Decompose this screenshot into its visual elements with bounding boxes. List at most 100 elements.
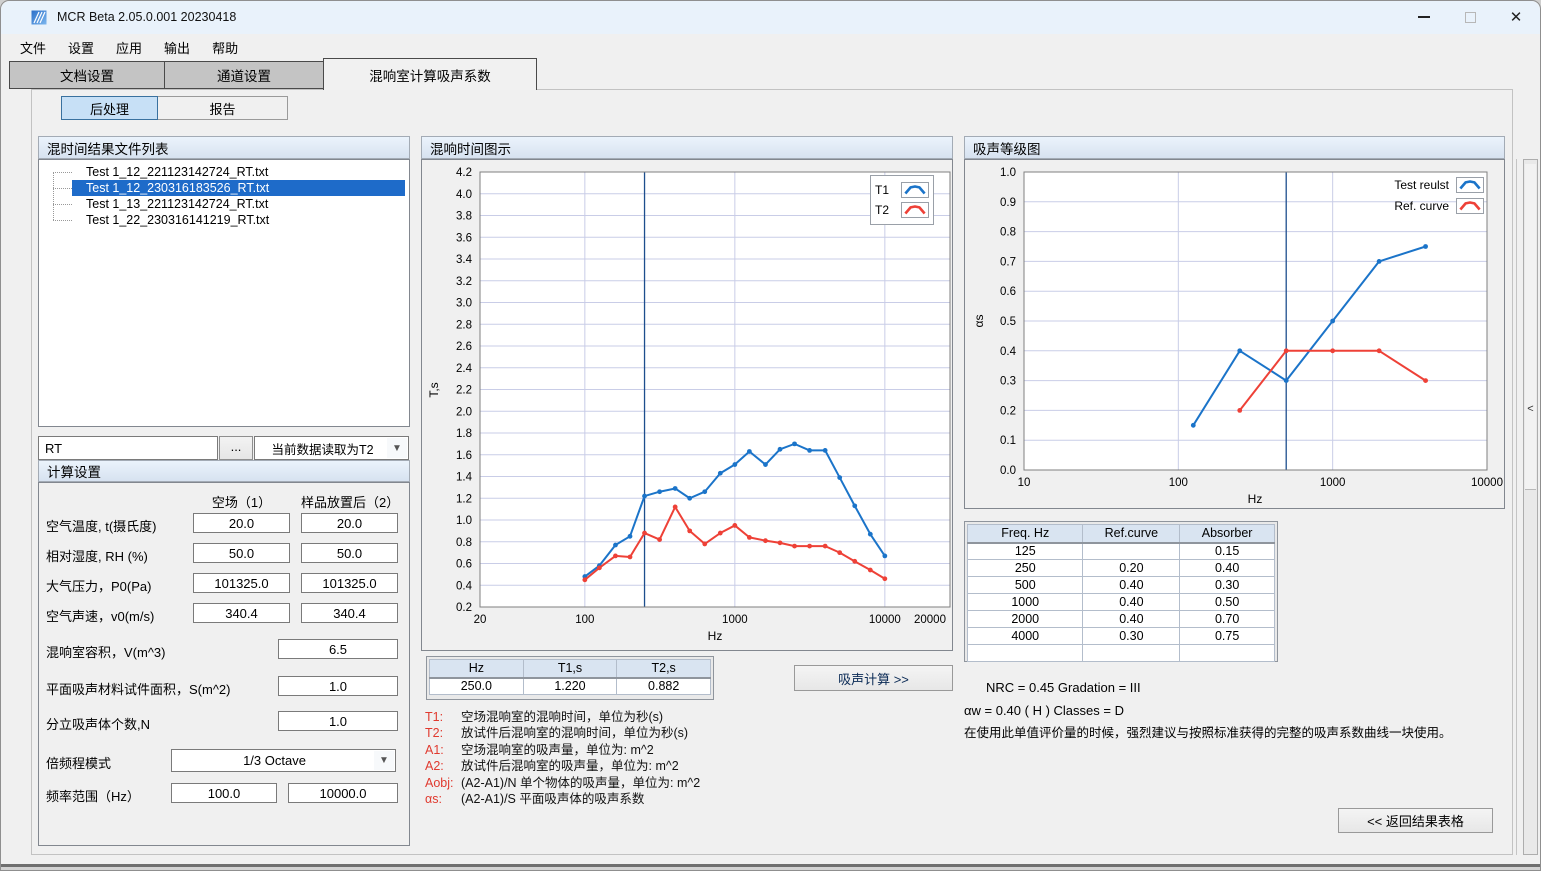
legend-label-test-result: Test reulst — [1394, 178, 1449, 192]
table-row[interactable]: 20000.400.70 — [968, 611, 1275, 628]
menu-apply[interactable]: 应用 — [105, 34, 153, 57]
freq-min-input[interactable] — [171, 783, 277, 803]
t1-curve-icon — [901, 182, 929, 198]
column-header-with-sample: 样品放置后（2） — [301, 492, 398, 511]
absorption-table: Freq. Hz Ref.curve Absorber 1250.15 2500… — [964, 521, 1278, 662]
rt-name-input[interactable] — [38, 436, 218, 460]
pressure-empty-input[interactable] — [193, 573, 290, 593]
chevron-down-icon: ▼ — [374, 751, 394, 770]
rt-file-list: Test 1_12_221123142724_RT.txt Test 1_12_… — [38, 159, 410, 427]
label-relative-humidity: 相对湿度, RH (%) — [46, 546, 148, 565]
legend-label-ref-curve: Ref. curve — [1394, 199, 1449, 213]
file-list-item[interactable]: Test 1_13_221123142724_RT.txt — [72, 196, 405, 212]
note-a2: A2:放试件后混响室的吸声量，单位为: m^2 — [425, 758, 957, 774]
table-row[interactable]: 2500.200.40 — [968, 560, 1275, 577]
rt-chart[interactable]: 0.20.40.60.81.01.21.41.61.82.02.22.42.62… — [421, 159, 953, 651]
svg-text:3.4: 3.4 — [456, 254, 473, 266]
absorption-chart-panel-header: 吸声等级图 — [964, 136, 1505, 159]
minimize-button[interactable] — [1401, 1, 1447, 33]
svg-text:0.1: 0.1 — [1000, 435, 1016, 447]
sound-speed-empty-input[interactable] — [193, 603, 290, 623]
column-header-empty-room: 空场（1） — [193, 492, 290, 511]
table-row[interactable]: 40000.300.75 — [968, 628, 1275, 645]
col-header-t1: T1,s — [523, 660, 617, 678]
svg-text:0.9: 0.9 — [1000, 197, 1016, 209]
legend-entry-ref-curve: Ref. curve — [1394, 195, 1484, 216]
collapse-splitter[interactable]: < — [1523, 159, 1538, 855]
tab-document-settings[interactable]: 文档设置 — [9, 61, 165, 89]
svg-text:2.0: 2.0 — [456, 406, 472, 418]
rt-chart-legend: T1 T2 — [870, 175, 934, 225]
sample-area-input[interactable] — [278, 676, 398, 696]
tab-channel-settings[interactable]: 通道设置 — [164, 61, 324, 89]
note-aobj: Aobj:(A2-A1)/N 单个物体的吸声量，单位为: m^2 — [425, 775, 957, 791]
freq-max-input[interactable] — [288, 783, 398, 803]
note-t1: T1:空场混响室的混响时间，单位为秒(s) — [425, 709, 957, 725]
file-list-item[interactable]: Test 1_12_221123142724_RT.txt — [72, 164, 405, 180]
legend-entry-t2: T2 — [875, 200, 929, 220]
file-list-item[interactable]: Test 1_22_230316141219_RT.txt — [72, 212, 405, 228]
cell-freq: 250.0 — [430, 678, 524, 695]
cell-t1: 1.220 — [523, 678, 617, 695]
app-icon — [31, 9, 48, 26]
collapse-arrow-icon: < — [1524, 403, 1537, 415]
label-air-temperature: 空气温度, t(摄氏度) — [46, 516, 157, 535]
tab-reverb-absorption[interactable]: 混响室计算吸声系数 — [323, 58, 537, 90]
maximize-button[interactable] — [1447, 1, 1493, 33]
note-label: A2: — [425, 758, 455, 774]
aw-usage-note: 在使用此单值评价量的时候，强烈建议与按照标准获得的完整的吸声系数曲线一块使用。 — [964, 722, 1509, 741]
sound-speed-sample-input[interactable] — [301, 603, 398, 623]
table-row[interactable]: 250.0 1.220 0.882 — [430, 678, 711, 695]
table-header-row: Hz T1,s T2,s — [430, 660, 711, 678]
table-row[interactable]: 10000.400.50 — [968, 594, 1275, 611]
svg-text:3.8: 3.8 — [456, 211, 472, 223]
rt-result-table: Hz T1,s T2,s 250.0 1.220 0.882 — [426, 656, 714, 700]
menu-output[interactable]: 输出 — [153, 34, 201, 57]
svg-text:0.8: 0.8 — [456, 537, 472, 549]
back-to-results-button[interactable]: << 返回结果表格 — [1338, 808, 1493, 833]
air-temp-empty-input[interactable] — [193, 513, 290, 533]
svg-text:1.0: 1.0 — [456, 515, 472, 527]
menu-settings[interactable]: 设置 — [57, 34, 105, 57]
file-list-item-selected[interactable]: Test 1_12_230316183526_RT.txt — [72, 180, 405, 196]
svg-text:1.6: 1.6 — [456, 450, 472, 462]
menu-help[interactable]: 帮助 — [201, 34, 249, 57]
svg-text:4.2: 4.2 — [456, 167, 472, 179]
absorption-calc-button[interactable]: 吸声计算 >> — [794, 665, 953, 691]
room-volume-input[interactable] — [278, 639, 398, 659]
browse-button[interactable]: ... — [219, 436, 253, 460]
absorption-chart[interactable]: 0.00.10.20.30.40.50.60.70.80.91.01010010… — [964, 159, 1505, 509]
subtab-postprocess[interactable]: 后处理 — [61, 96, 158, 120]
table-row[interactable]: 1250.15 — [968, 543, 1275, 560]
menu-file[interactable]: 文件 — [9, 34, 57, 57]
close-icon: ✕ — [1510, 8, 1523, 26]
label-frequency-range: 频率范围（Hz） — [46, 786, 140, 805]
table-row[interactable]: 5000.400.30 — [968, 577, 1275, 594]
data-read-select[interactable]: 当前数据读取为T2 ▼ — [254, 436, 409, 460]
rt-chart-plot: 0.20.40.60.81.01.21.41.61.82.02.22.42.62… — [422, 160, 952, 650]
svg-text:3.6: 3.6 — [456, 232, 472, 244]
test-result-curve-icon — [1456, 177, 1484, 193]
octave-mode-select[interactable]: 1/3 Octave ▼ — [171, 749, 396, 772]
subtab-report[interactable]: 报告 — [157, 96, 288, 120]
close-button[interactable]: ✕ — [1493, 1, 1539, 33]
window-title: MCR Beta 2.05.0.001 20230418 — [57, 10, 236, 24]
col-header-absorber: Absorber — [1180, 525, 1275, 543]
file-list-panel-header: 混时间结果文件列表 — [38, 136, 410, 159]
svg-text:0.2: 0.2 — [1000, 405, 1016, 417]
note-a1: A1:空场混响室的吸声量，单位为: m^2 — [425, 742, 957, 758]
cell-t2: 0.882 — [617, 678, 711, 695]
col-header-refcurve: Ref.curve — [1083, 525, 1180, 543]
humidity-empty-input[interactable] — [193, 543, 290, 563]
svg-text:Hz: Hz — [708, 629, 723, 643]
pressure-sample-input[interactable] — [301, 573, 398, 593]
svg-text:10: 10 — [1018, 477, 1031, 489]
table-row-empty — [968, 645, 1275, 662]
svg-text:1.2: 1.2 — [456, 493, 472, 505]
air-temp-sample-input[interactable] — [301, 513, 398, 533]
label-atmospheric-pressure: 大气压力，P0(Pa) — [46, 576, 151, 595]
absorption-chart-legend: Test reulst Ref. curve — [1394, 174, 1484, 216]
absorber-count-input[interactable] — [278, 711, 398, 731]
svg-text:0.6: 0.6 — [456, 559, 472, 571]
humidity-sample-input[interactable] — [301, 543, 398, 563]
